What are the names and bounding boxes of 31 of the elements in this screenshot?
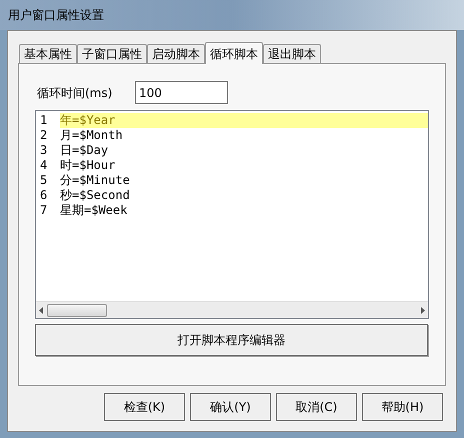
line-number: 3 xyxy=(39,143,48,158)
dialog-button[interactable]: 帮助(H) xyxy=(362,393,443,421)
code-line: 秒=$Second xyxy=(60,188,131,203)
open-editor-button[interactable]: 打开脚本程序编辑器 xyxy=(35,324,428,356)
tab[interactable]: 基本属性 xyxy=(19,44,77,63)
dialog-button[interactable]: 检查(K) xyxy=(104,393,185,421)
line-number: 5 xyxy=(39,173,48,188)
window-title: 用户窗口属性设置 xyxy=(8,7,104,24)
scroll-thumb[interactable] xyxy=(47,304,107,316)
scroll-left-icon[interactable] xyxy=(39,306,43,314)
code-line: 月=$Month xyxy=(60,128,124,143)
line-number: 7 xyxy=(39,203,48,218)
loop-time-label: 循环时间(ms) xyxy=(37,84,114,102)
tab[interactable]: 循环脚本 xyxy=(205,42,263,64)
tab[interactable]: 子窗口属性 xyxy=(77,44,147,63)
loop-time-field[interactable]: 100 xyxy=(135,81,228,104)
line-number: 2 xyxy=(39,128,48,143)
code-line: 日=$Day xyxy=(60,143,110,158)
dialog-button[interactable]: 确认(Y) xyxy=(190,393,271,421)
line-number: 4 xyxy=(39,158,48,173)
code-line: 星期=$Week xyxy=(60,203,128,218)
horizontal-scrollbar[interactable] xyxy=(36,301,428,318)
scroll-right-icon[interactable] xyxy=(421,306,425,314)
tab[interactable]: 退出脚本 xyxy=(263,44,321,63)
tab[interactable]: 启动脚本 xyxy=(147,44,205,63)
line-number: 1 xyxy=(39,113,48,128)
script-editor[interactable]: 1 年=$Year 2 月=$Month 3 日=$Day 4 时=$Hour 5 分=$Minute 6 秒=$Second 7 星期=$Week xyxy=(35,110,429,319)
line-number: 6 xyxy=(39,188,48,203)
code-line: 分=$Minute xyxy=(60,173,131,188)
dialog-button[interactable]: 取消(C) xyxy=(276,393,357,421)
code-line: 时=$Hour xyxy=(60,158,116,173)
